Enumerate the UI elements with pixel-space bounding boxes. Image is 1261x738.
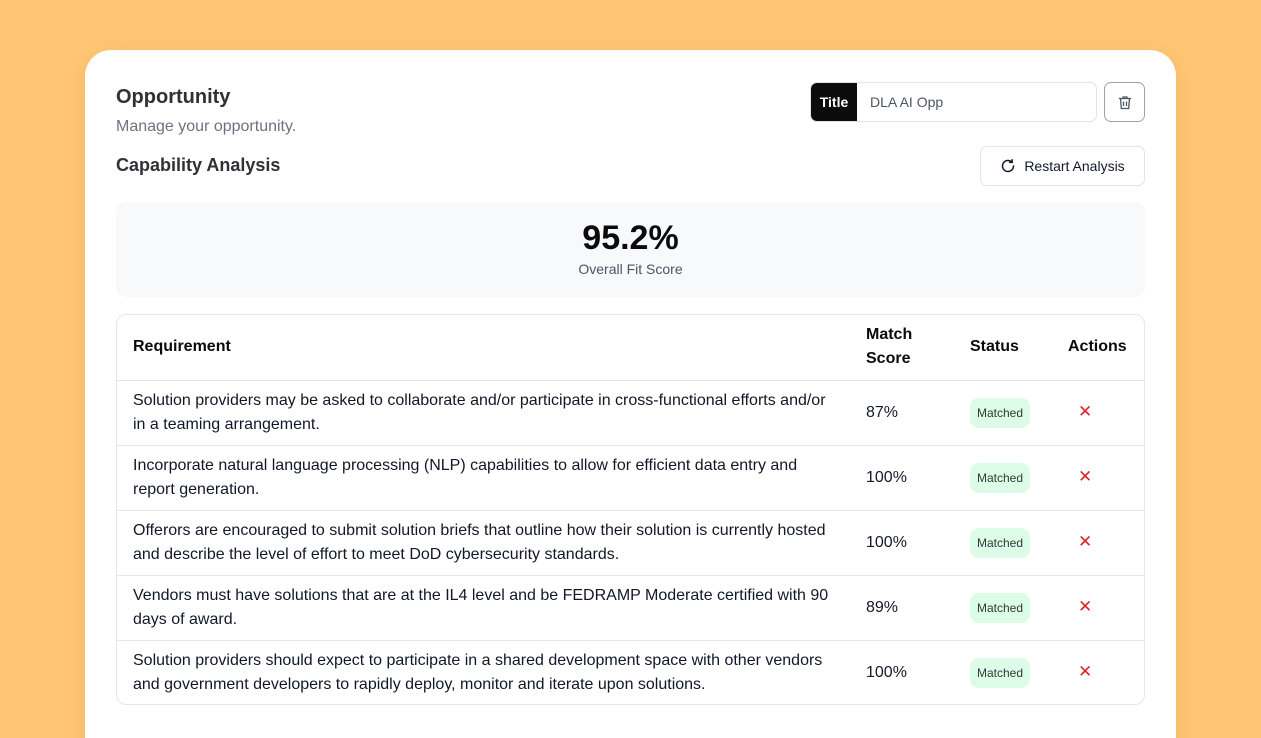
status-cell: Matched: [954, 379, 1052, 445]
match-score-header-text: Match Score: [866, 326, 913, 368]
status-badge: Matched: [970, 462, 1031, 493]
close-icon: ✕: [1078, 662, 1093, 682]
requirement-text: Solution providers should expect to part…: [117, 639, 850, 704]
match-score: 87%: [850, 379, 954, 445]
remove-requirement-button[interactable]: ✕: [1078, 530, 1092, 554]
overall-score-label: Overall Fit Score: [578, 261, 683, 277]
overall-score-panel: 95.2% Overall Fit Score: [116, 202, 1145, 297]
requirement-text: Incorporate natural language processing …: [117, 444, 850, 510]
close-icon: ✕: [1078, 402, 1093, 421]
actions-cell: ✕: [1052, 379, 1144, 445]
actions-cell: ✕: [1052, 509, 1144, 575]
match-score: 89%: [850, 574, 954, 640]
status-badge: Matched: [970, 527, 1031, 558]
match-score: 100%: [850, 509, 954, 575]
column-header-status: Status: [970, 338, 1019, 356]
table-row: Offerors are encouraged to submit soluti…: [117, 509, 1144, 575]
table-row: Solution providers should expect to part…: [117, 639, 1144, 704]
actions-cell: ✕: [1052, 639, 1144, 704]
close-icon: ✕: [1078, 532, 1093, 551]
match-score: 100%: [850, 444, 954, 510]
requirement-text: Solution providers may be asked to colla…: [117, 379, 850, 445]
status-badge: Matched: [970, 592, 1031, 623]
close-icon: ✕: [1078, 467, 1093, 486]
refresh-icon: [1002, 159, 1015, 173]
requirement-text: Vendors must have solutions that are at …: [117, 574, 850, 640]
status-badge: Matched: [970, 657, 1031, 688]
status-cell: Matched: [954, 509, 1052, 575]
status-cell: Matched: [954, 444, 1052, 510]
restart-analysis-label: Restart Analysis: [1024, 158, 1125, 174]
match-score: 100%: [850, 639, 954, 704]
table-header-row: Requirement Match Score Status Actions: [117, 315, 1144, 380]
status-badge: Matched: [970, 397, 1031, 428]
title-field: Title: [810, 82, 1097, 122]
remove-requirement-button[interactable]: ✕: [1078, 400, 1092, 424]
overall-score-value: 95.2%: [582, 219, 679, 257]
restart-analysis-button[interactable]: Restart Analysis: [980, 146, 1145, 186]
column-header-requirement: Requirement: [133, 338, 231, 356]
delete-button[interactable]: [1104, 82, 1145, 122]
status-cell: Matched: [954, 639, 1052, 704]
column-header-actions: Actions: [1068, 338, 1127, 356]
opportunity-card: Opportunity Manage your opportunity. Tit…: [85, 50, 1176, 738]
actions-cell: ✕: [1052, 574, 1144, 640]
title-input[interactable]: [857, 83, 1096, 121]
page-title: Opportunity: [116, 86, 231, 108]
remove-requirement-button[interactable]: ✕: [1078, 595, 1092, 619]
requirements-table: Requirement Match Score Status Actions S…: [116, 314, 1145, 705]
table-row: Vendors must have solutions that are at …: [117, 574, 1144, 640]
section-title: Capability Analysis: [116, 155, 281, 175]
requirement-text: Offerors are encouraged to submit soluti…: [117, 509, 850, 575]
table-row: Incorporate natural language processing …: [117, 444, 1144, 510]
table-row: Solution providers may be asked to colla…: [117, 379, 1144, 445]
column-header-match-score: Match Score: [850, 315, 954, 380]
title-tag: Title: [811, 83, 857, 121]
trash-icon: [1118, 95, 1131, 109]
remove-requirement-button[interactable]: ✕: [1078, 660, 1092, 684]
page-subtitle: Manage your opportunity.: [116, 118, 297, 135]
status-cell: Matched: [954, 574, 1052, 640]
actions-cell: ✕: [1052, 444, 1144, 510]
close-icon: ✕: [1078, 597, 1093, 616]
remove-requirement-button[interactable]: ✕: [1078, 465, 1092, 489]
